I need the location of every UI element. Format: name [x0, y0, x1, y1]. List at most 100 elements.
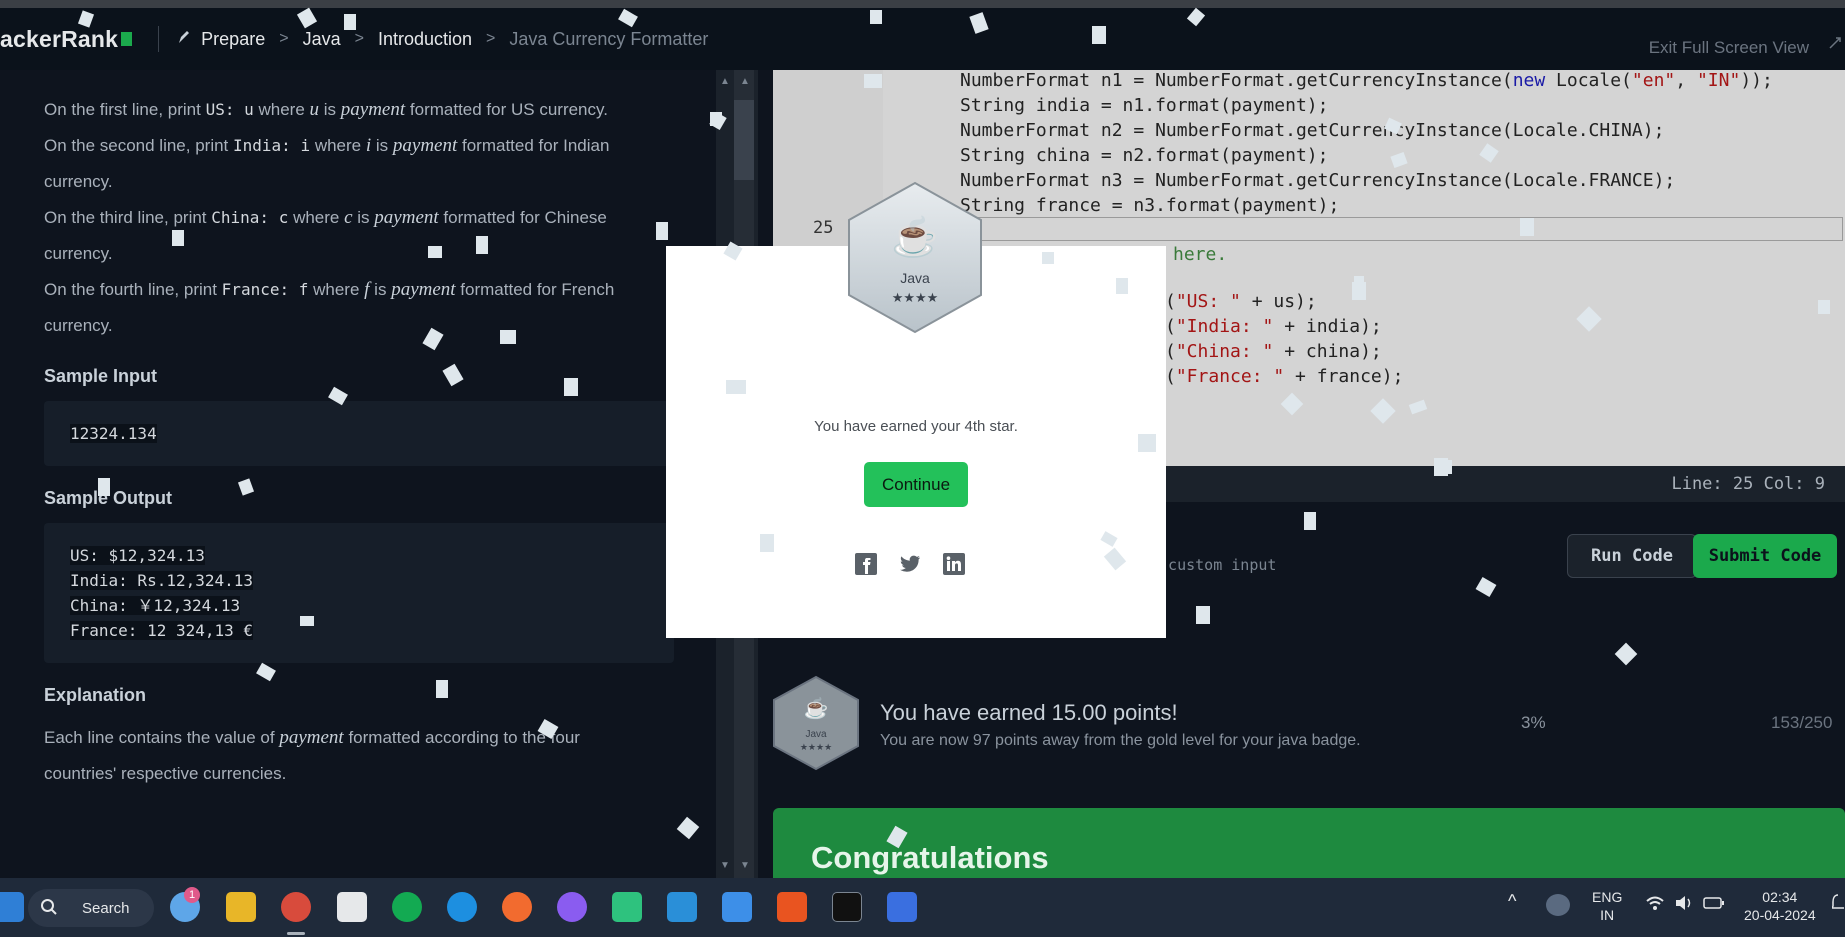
divider	[158, 26, 160, 52]
scroll-up-icon[interactable]: ▲	[720, 76, 730, 87]
windows-taskbar: Search 1 ^ ENG IN 02:34 20-04-2024	[0, 878, 1845, 937]
svg-text:★★★★: ★★★★	[892, 290, 939, 305]
taskbar-search[interactable]: Search	[28, 889, 154, 927]
output-instructions: On the first line, print US: u where u i…	[44, 92, 669, 344]
run-code-button[interactable]: Run Code	[1567, 534, 1697, 578]
explanation-heading: Explanation	[44, 685, 147, 705]
clock[interactable]: 02:34 20-04-2024	[1744, 888, 1816, 924]
svg-text:Java: Java	[900, 270, 930, 286]
breadcrumb-java[interactable]: Java	[303, 29, 341, 50]
window-top-strip	[0, 0, 1845, 8]
linkedin-icon[interactable]	[942, 552, 966, 576]
sample-input-heading: Sample Input	[44, 366, 158, 386]
chevron-up-icon[interactable]: ^	[1508, 892, 1516, 910]
top-navigation-bar: ackerRank Prepare > Java > Introduction …	[0, 8, 1845, 70]
document-icon[interactable]	[337, 892, 367, 922]
cursor-position: Line: 25 Col: 9	[1671, 474, 1825, 494]
explanation-text: Each line contains the value of payment …	[44, 727, 580, 783]
code-line: String india = n1.format(payment);	[960, 95, 1329, 116]
sample-output-heading: Sample Output	[44, 488, 173, 508]
code-line: NumberFormat n3 = NumberFormat.getCurren…	[960, 170, 1676, 191]
active-app-indicator	[287, 932, 305, 935]
points-score: 153/250	[1771, 713, 1833, 732]
git-tool-icon[interactable]	[612, 892, 642, 922]
code-comment: here.	[1173, 244, 1228, 265]
congratulations-banner: Congratulations	[773, 808, 1845, 878]
sample-output-line: US: $12,324.13	[70, 546, 205, 565]
code-line: ("India: " + india);	[1165, 316, 1382, 337]
postman-icon[interactable]	[502, 892, 532, 922]
bell-icon[interactable]	[1830, 894, 1844, 916]
onedrive-icon[interactable]	[1546, 894, 1570, 916]
modal-message: You have earned your 4th star.	[814, 418, 1018, 435]
sample-input-box: 12324.134	[44, 401, 674, 466]
instruction-line-2: On the second line, print India: i where…	[44, 135, 610, 191]
language-indicator[interactable]: ENG IN	[1592, 888, 1622, 924]
sample-output-line: China: ￥12,324.13	[70, 596, 241, 615]
vscode-icon[interactable]	[667, 892, 697, 922]
facebook-icon[interactable]	[854, 552, 878, 576]
problem-description-panel: On the first line, print US: u where u i…	[0, 70, 715, 878]
progress-percent: 3%	[1521, 713, 1546, 732]
volume-icon[interactable]	[1674, 895, 1694, 915]
line-number: 25	[813, 218, 834, 238]
instruction-line-1: On the first line, print US: u where u i…	[44, 99, 608, 120]
code-line: ("US: " + us);	[1165, 291, 1317, 312]
java-star-badge: ☕ Java ★★★★	[845, 180, 985, 335]
whiteboard-icon[interactable]	[887, 892, 917, 922]
code-line: String china = n2.format(payment);	[960, 145, 1329, 166]
breadcrumb-introduction[interactable]: Introduction	[378, 29, 472, 50]
code-line: String france = n3.format(payment);	[960, 195, 1340, 216]
docker-icon[interactable]	[447, 892, 477, 922]
chrome-icon[interactable]	[281, 892, 311, 922]
sample-output-line: India: Rs.12,324.13	[70, 571, 254, 590]
congratulations-title: Congratulations	[811, 840, 1049, 875]
custom-input-label[interactable]: t custom input	[1150, 556, 1276, 574]
terminal-icon[interactable]	[832, 892, 862, 922]
battery-icon[interactable]	[1703, 896, 1725, 914]
start-icon[interactable]	[0, 892, 24, 922]
chevron-right-icon: >	[279, 30, 289, 47]
points-earned-title: You have earned 15.00 points!	[880, 700, 1178, 725]
java-badge: ☕ Java ★★★★	[772, 675, 860, 771]
instruction-line-3: On the third line, print China: c where …	[44, 207, 607, 263]
notepad-icon[interactable]	[722, 892, 752, 922]
collapse-icon[interactable]	[1829, 36, 1841, 54]
hackerrank-logo[interactable]: ackerRank	[0, 26, 133, 53]
svg-text:☕: ☕	[891, 214, 938, 259]
sample-output-box: US: $12,324.13 India: Rs.12,324.13 China…	[44, 523, 674, 663]
mongodb-icon[interactable]	[392, 892, 422, 922]
chevron-right-icon: >	[354, 30, 364, 47]
code-line: NumberFormat n1 = NumberFormat.getCurren…	[960, 70, 1773, 91]
svg-text:Java: Java	[805, 729, 827, 740]
pencil-icon	[177, 29, 191, 50]
file-explorer-icon[interactable]	[226, 892, 256, 922]
code-line: ("China: " + china);	[1165, 341, 1382, 362]
scrollbar-thumb[interactable]	[734, 100, 754, 180]
notification-badge: 1	[184, 887, 200, 903]
sample-input-value: 12324.134	[70, 424, 157, 443]
chevron-right-icon: >	[486, 30, 496, 47]
twitter-icon[interactable]	[898, 552, 922, 576]
scroll-up-icon[interactable]: ▲	[740, 76, 750, 87]
continue-button[interactable]: Continue	[864, 462, 968, 507]
ubuntu-icon[interactable]	[777, 892, 807, 922]
submit-code-button[interactable]: Submit Code	[1693, 534, 1837, 578]
code-line: ("France: " + france);	[1165, 366, 1404, 387]
share-icons	[854, 552, 966, 576]
current-line-highlight	[883, 217, 1843, 241]
sample-output-line: France: 12 324,13 €	[70, 621, 254, 640]
svg-text:☕: ☕	[804, 696, 829, 720]
breadcrumb-current-page: Java Currency Formatter	[509, 28, 709, 49]
logo-square-icon	[121, 32, 133, 46]
wifi-icon[interactable]	[1645, 895, 1665, 915]
exit-fullscreen-link[interactable]: Exit Full Screen View	[1649, 38, 1809, 58]
scroll-down-icon[interactable]: ▼	[740, 860, 750, 871]
breadcrumb-prepare[interactable]: Prepare	[201, 29, 265, 50]
search-icon	[40, 898, 58, 920]
svg-text:★★★★: ★★★★	[800, 742, 832, 752]
instruction-line-4: On the fourth line, print France: f wher…	[44, 279, 615, 335]
github-icon[interactable]	[557, 892, 587, 922]
scroll-down-icon[interactable]: ▼	[720, 860, 730, 871]
code-line: NumberFormat n2 = NumberFormat.getCurren…	[960, 120, 1665, 141]
